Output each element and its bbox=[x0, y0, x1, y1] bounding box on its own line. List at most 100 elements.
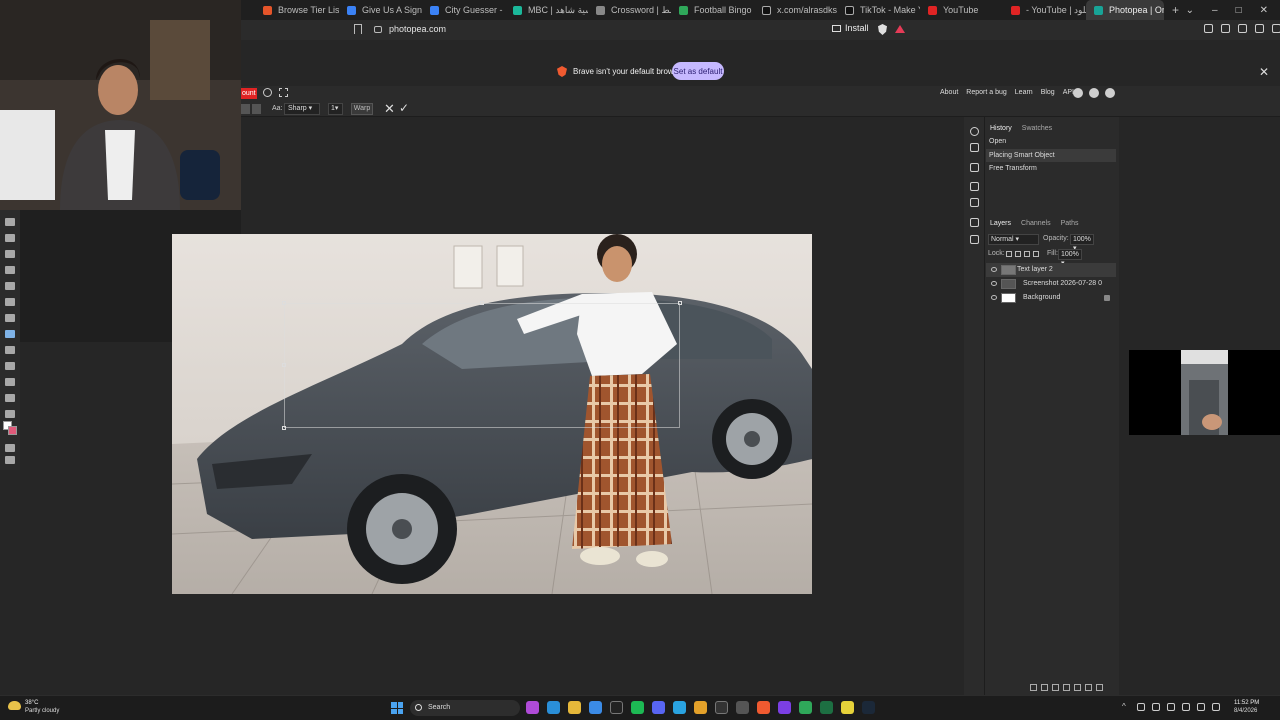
about-link[interactable]: About bbox=[940, 89, 958, 96]
menu-icon[interactable] bbox=[970, 143, 979, 152]
transform-handle[interactable] bbox=[282, 363, 286, 367]
css-icon[interactable] bbox=[970, 218, 979, 227]
shape-tool-icon[interactable] bbox=[5, 378, 15, 386]
wifi-icon[interactable] bbox=[1182, 703, 1190, 711]
vpn-icon[interactable] bbox=[1255, 24, 1264, 33]
xbox-icon[interactable] bbox=[799, 701, 812, 714]
tab-youtube[interactable]: YouTube bbox=[920, 0, 1003, 20]
twitter-icon[interactable] bbox=[1089, 88, 1099, 98]
screen-mode-icon[interactable] bbox=[5, 456, 15, 464]
warp-button[interactable]: Warp bbox=[351, 103, 373, 115]
sidebar-icon[interactable] bbox=[1204, 24, 1213, 33]
layer-row[interactable]: Screenshot 2026-07-28 0 bbox=[986, 277, 1116, 291]
telegram-icon[interactable] bbox=[673, 701, 686, 714]
tab-layers[interactable]: Layers bbox=[990, 220, 1011, 227]
report-bug-link[interactable]: Report a bug bbox=[966, 89, 1006, 96]
quick-mask-icon[interactable] bbox=[5, 444, 15, 452]
transform-handle[interactable] bbox=[282, 301, 286, 305]
info-icon[interactable] bbox=[970, 127, 979, 136]
image-icon[interactable] bbox=[970, 235, 979, 244]
wallet-icon[interactable] bbox=[1221, 24, 1230, 33]
blog-link[interactable]: Blog bbox=[1041, 89, 1055, 96]
file-explorer-icon[interactable] bbox=[568, 701, 581, 714]
brave-icon[interactable] bbox=[757, 701, 770, 714]
dodge-tool-icon[interactable] bbox=[5, 314, 15, 322]
clock-date[interactable]: 8/4/2026 bbox=[1234, 708, 1257, 714]
microphone-icon[interactable] bbox=[1167, 703, 1175, 711]
visibility-eye-icon[interactable] bbox=[991, 281, 997, 286]
adjustment-layer-icon[interactable] bbox=[1063, 684, 1070, 691]
app-icon[interactable] bbox=[715, 701, 728, 714]
edge-icon[interactable] bbox=[547, 701, 560, 714]
brush-tool-icon[interactable] bbox=[5, 234, 15, 242]
hand-tool-icon[interactable] bbox=[5, 394, 15, 402]
blend-mode-select[interactable]: Normal ▾ bbox=[988, 234, 1039, 245]
taskbar-search-box[interactable] bbox=[410, 700, 520, 716]
tab-photopea[interactable]: Photopea | Onlin✕ bbox=[1086, 0, 1164, 20]
tab-city-guesser[interactable]: City Guesser - Can yo bbox=[422, 0, 505, 20]
lock-all-icon[interactable] bbox=[1033, 251, 1039, 257]
tab-give-us-a-sign[interactable]: Give Us A Sign on Sto bbox=[339, 0, 422, 20]
link-layers-icon[interactable] bbox=[1030, 684, 1037, 691]
new-layer-icon[interactable] bbox=[1085, 684, 1092, 691]
app-icon[interactable] bbox=[841, 701, 854, 714]
tab-crossword[interactable]: Crossword | الأوسط bbox=[588, 0, 671, 20]
tab-mbc[interactable]: MBC | الرئيسية شاهد bbox=[505, 0, 588, 20]
text-align-buttons[interactable] bbox=[241, 104, 261, 114]
picture-in-picture-video[interactable] bbox=[1129, 350, 1280, 435]
text-tool-icon[interactable] bbox=[5, 330, 15, 338]
tray-icon[interactable] bbox=[1137, 703, 1145, 711]
close-window-button[interactable]: ✕ bbox=[1260, 5, 1268, 16]
pen-tool-icon[interactable] bbox=[5, 346, 15, 354]
app-icon[interactable] bbox=[736, 701, 749, 714]
background-color-swatch[interactable] bbox=[8, 426, 17, 435]
lock-transparency-icon[interactable] bbox=[1006, 251, 1012, 257]
tab-search-button[interactable]: ⌄ bbox=[1186, 5, 1194, 16]
fullscreen-icon[interactable] bbox=[279, 88, 288, 97]
discord-icon[interactable] bbox=[652, 701, 665, 714]
history-brush-icon[interactable] bbox=[5, 266, 15, 274]
app-icon[interactable] bbox=[526, 701, 539, 714]
url-field[interactable]: photopea.com bbox=[389, 24, 446, 34]
tab-football-bingo[interactable]: Football Bingo Onlin bbox=[671, 0, 754, 20]
move-tool-icon[interactable] bbox=[5, 218, 15, 226]
text-transform-box[interactable] bbox=[282, 301, 682, 430]
minimize-button[interactable]: – bbox=[1212, 5, 1218, 16]
account-button[interactable]: ount bbox=[241, 88, 257, 99]
app-icon[interactable] bbox=[820, 701, 833, 714]
chevron-up-icon[interactable]: ^ bbox=[1122, 703, 1130, 711]
battery-icon[interactable] bbox=[1212, 703, 1220, 711]
align-icon[interactable] bbox=[241, 104, 250, 114]
history-item[interactable]: Placing Smart Object bbox=[986, 149, 1116, 162]
learn-link[interactable]: Learn bbox=[1015, 89, 1033, 96]
facebook-icon[interactable] bbox=[1105, 88, 1115, 98]
antialias-select[interactable]: Sharp ▾ bbox=[284, 103, 320, 115]
stamp-tool-icon[interactable] bbox=[5, 250, 15, 258]
extensions-icon[interactable] bbox=[1238, 24, 1247, 33]
new-group-icon[interactable] bbox=[1074, 684, 1081, 691]
commit-transform-icon[interactable]: ✓ bbox=[399, 101, 409, 115]
visibility-eye-icon[interactable] bbox=[991, 267, 997, 272]
transform-handle[interactable] bbox=[480, 301, 484, 305]
install-button[interactable]: Install bbox=[832, 23, 869, 33]
lock-position-icon[interactable] bbox=[1024, 251, 1030, 257]
set-default-button[interactable]: Set as default bbox=[672, 62, 724, 80]
history-item[interactable]: Open bbox=[986, 135, 1116, 148]
tab-channels[interactable]: Channels bbox=[1021, 220, 1051, 227]
start-menu-icon[interactable] bbox=[391, 702, 403, 714]
tab-youtube-2[interactable]: - YouTube | ابو خلود bbox=[1003, 0, 1086, 20]
opacity-field[interactable]: 100% ▾ bbox=[1070, 234, 1094, 252]
cancel-transform-icon[interactable]: ✕ bbox=[384, 101, 395, 117]
tab-paths[interactable]: Paths bbox=[1061, 220, 1079, 227]
infobar-close-icon[interactable]: ✕ bbox=[1259, 65, 1269, 79]
tab-tiktok[interactable]: TikTok - Make Your D bbox=[837, 0, 920, 20]
app-icon[interactable] bbox=[778, 701, 791, 714]
tab-tier-list[interactable]: Browse Tier List Temp bbox=[255, 0, 339, 20]
chrome-icon[interactable] bbox=[694, 701, 707, 714]
tab-swatches[interactable]: Swatches bbox=[1022, 125, 1052, 132]
new-tab-button[interactable]: + bbox=[1164, 0, 1187, 20]
paragraph-icon[interactable] bbox=[970, 198, 979, 207]
lock-pixels-icon[interactable] bbox=[1015, 251, 1021, 257]
layer-row[interactable]: Text layer 2 bbox=[986, 263, 1116, 277]
eraser-tool-icon[interactable] bbox=[5, 282, 15, 290]
